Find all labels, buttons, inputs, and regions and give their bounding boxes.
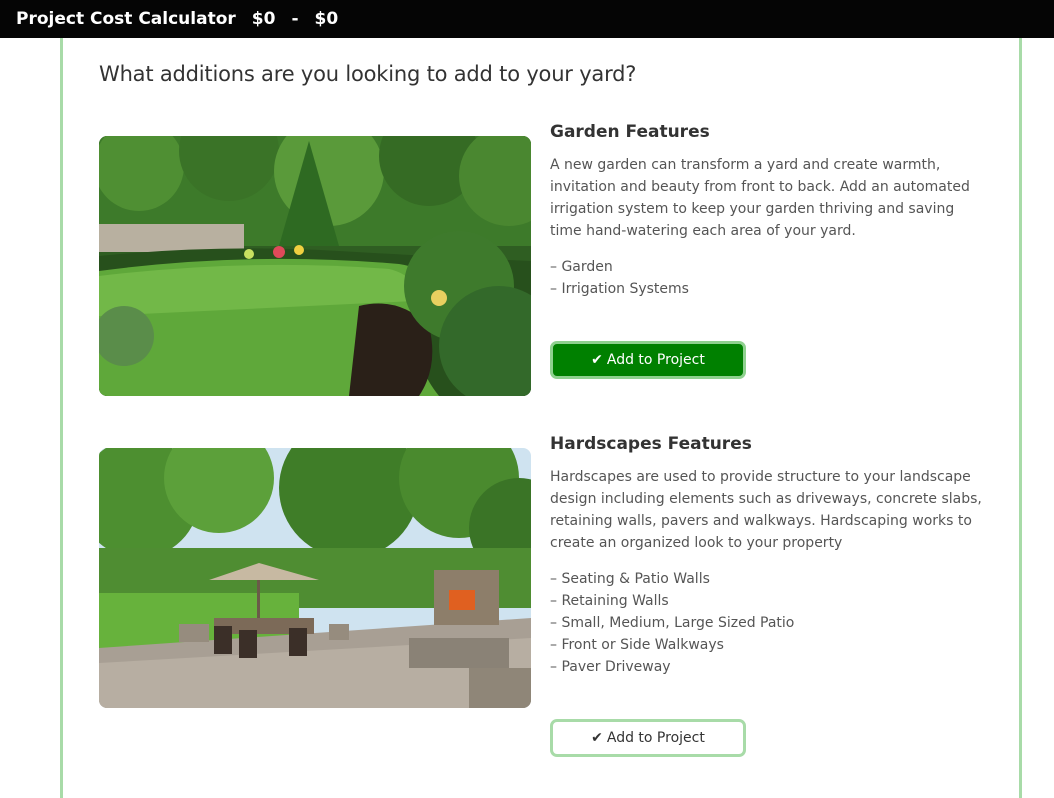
feature-title-hardscapes: Hardscapes Features — [550, 434, 752, 454]
list-item: – Front or Side Walkways — [550, 637, 724, 653]
feature-list-hardscapes: – Seating & Patio Walls – Retaining Wall… — [550, 568, 794, 678]
garden-photo — [99, 136, 531, 396]
list-item: – Irrigation Systems — [550, 281, 689, 297]
feature-list-garden: – Garden – Irrigation Systems — [550, 256, 689, 300]
header-bar: Project Cost Calculator $0 - $0 — [0, 0, 1054, 38]
feature-description-garden: A new garden can transform a yard and cr… — [550, 157, 970, 239]
max-cost: $0 — [314, 9, 339, 29]
min-cost: $0 — [251, 9, 276, 29]
feature-title-garden: Garden Features — [550, 122, 710, 142]
list-item: – Seating & Patio Walls — [550, 571, 710, 587]
add-to-project-button-garden[interactable]: ✔ Add to Project — [550, 341, 746, 379]
check-icon: ✔ — [591, 352, 603, 368]
list-item: – Retaining Walls — [550, 593, 669, 609]
app-title: Project Cost Calculator — [16, 9, 236, 29]
hardscapes-photo — [99, 448, 531, 708]
feature-description-hardscapes: Hardscapes are used to provide structure… — [550, 469, 982, 551]
check-icon: ✔ — [591, 730, 603, 746]
list-item: – Small, Medium, Large Sized Patio — [550, 615, 795, 631]
list-item: – Paver Driveway — [550, 659, 671, 675]
button-label: Add to Project — [606, 730, 705, 746]
add-to-project-button-hardscapes[interactable]: ✔ Add to Project — [550, 719, 746, 757]
button-label: Add to Project — [606, 352, 705, 368]
list-item: – Garden — [550, 259, 613, 275]
page-question: What additions are you looking to add to… — [99, 62, 637, 86]
cost-separator: - — [291, 9, 299, 29]
